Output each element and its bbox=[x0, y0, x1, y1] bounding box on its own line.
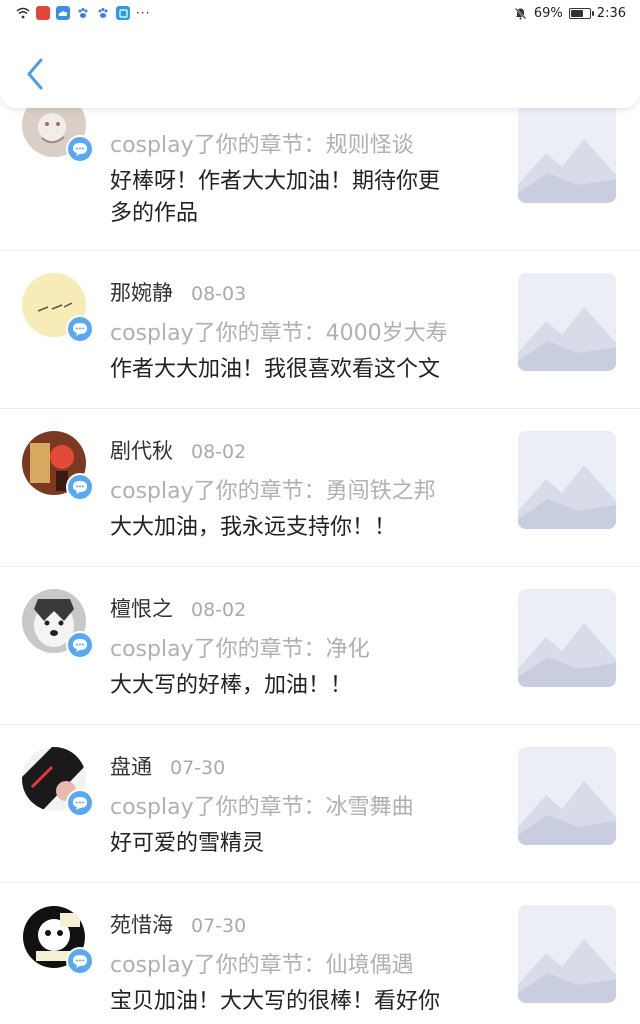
comment-badge bbox=[66, 789, 94, 817]
mountain-placeholder-icon bbox=[518, 747, 616, 845]
comment-item[interactable]: 剧代秋 08-02 cosplay了你的章节：勇闯铁之邦 大大加油，我永远支持你… bbox=[0, 409, 640, 567]
chat-bubble-icon bbox=[73, 480, 87, 494]
app-icon-blue bbox=[116, 6, 130, 20]
mountain-placeholder-icon bbox=[518, 589, 616, 687]
comment-badge bbox=[66, 947, 94, 975]
name-row: 剧代秋 08-02 bbox=[110, 435, 246, 465]
chapter-text: cosplay了你的章节：4000岁大寿 bbox=[110, 321, 448, 346]
user-name[interactable]: 檀恨之 bbox=[110, 593, 173, 623]
comment-date: 08-02 bbox=[191, 441, 247, 463]
comment-text: 好可爱的雪精灵 bbox=[110, 828, 482, 860]
comment-line: 多的作品 bbox=[110, 201, 199, 226]
battery-icon bbox=[568, 7, 594, 19]
mountain-placeholder-icon bbox=[518, 905, 616, 1003]
avatar-wrap bbox=[22, 905, 94, 975]
more-notifications: ··· bbox=[136, 6, 151, 20]
chapter-thumbnail[interactable] bbox=[518, 589, 616, 687]
comment-text: 大大加油，我永远支持你！！ bbox=[110, 512, 482, 544]
comment-line: 大大加油，我永远支持你！！ bbox=[110, 515, 397, 540]
name-row: 盘通 07-30 bbox=[110, 751, 225, 781]
user-name[interactable]: 盘通 bbox=[110, 751, 152, 781]
chapter-text: cosplay了你的章节：勇闯铁之邦 bbox=[110, 479, 436, 504]
mountain-placeholder-icon bbox=[518, 431, 616, 529]
clock: 2:36 bbox=[596, 5, 626, 21]
chapter-text: cosplay了你的章节：规则怪谈 bbox=[110, 133, 414, 158]
comment-item[interactable]: 那婉静 08-03 cosplay了你的章节：4000岁大寿 作者大大加油！我很… bbox=[0, 251, 640, 409]
header-bar bbox=[0, 26, 640, 108]
user-name[interactable]: 苑惜海 bbox=[110, 909, 173, 939]
comment-item[interactable]: 檀恨之 08-02 cosplay了你的章节：净化 大大写的好棒，加油！！ bbox=[0, 567, 640, 725]
avatar-wrap bbox=[22, 273, 94, 343]
comment-line: 好可爱的雪精灵 bbox=[110, 831, 265, 856]
comment-line: 好棒呀！作者大大加油！期待你更 bbox=[110, 169, 441, 194]
comment-text: 宝贝加油！大大写的很棒！看好你 bbox=[110, 986, 482, 1018]
comment-badge bbox=[66, 473, 94, 501]
chapter-text: cosplay了你的章节：净化 bbox=[110, 637, 370, 662]
chapter-thumbnail[interactable] bbox=[518, 273, 616, 371]
comment-date: 07-30 bbox=[191, 915, 247, 937]
paw-icon bbox=[96, 6, 110, 20]
name-row: 苑惜海 07-30 bbox=[110, 909, 246, 939]
avatar-wrap bbox=[22, 589, 94, 659]
wifi-icon bbox=[16, 6, 30, 20]
mountain-placeholder-icon bbox=[518, 105, 616, 203]
status-bar-left: ··· bbox=[16, 6, 150, 20]
cloud-icon bbox=[56, 6, 70, 20]
comment-text: 作者大大加油！我很喜欢看这个文 bbox=[110, 354, 482, 386]
chapter-text: cosplay了你的章节：冰雪舞曲 bbox=[110, 795, 414, 820]
avatar-wrap bbox=[22, 431, 94, 501]
chat-bubble-icon bbox=[73, 954, 87, 968]
chapter-thumbnail[interactable] bbox=[518, 905, 616, 1003]
app-icon-red bbox=[36, 6, 50, 20]
comment-badge bbox=[66, 135, 94, 163]
comment-item[interactable]: cosplay了你的章节：规则怪谈 好棒呀！作者大大加油！期待你更 多的作品 bbox=[0, 93, 640, 251]
chevron-left-icon bbox=[27, 58, 43, 90]
comment-item[interactable]: 苑惜海 07-30 cosplay了你的章节：仙境偶遇 宝贝加油！大大写的很棒！… bbox=[0, 883, 640, 1024]
status-bar-right: 69% 2:36 bbox=[514, 6, 626, 21]
chapter-thumbnail[interactable] bbox=[518, 431, 616, 529]
avatar-wrap bbox=[22, 747, 94, 817]
battery-fill bbox=[570, 9, 583, 17]
comment-date: 07-30 bbox=[170, 757, 226, 779]
comment-text: 好棒呀！作者大大加油！期待你更 多的作品 bbox=[110, 166, 482, 230]
chapter-text: cosplay了你的章节：仙境偶遇 bbox=[110, 953, 414, 978]
chat-bubble-icon bbox=[73, 638, 87, 652]
comment-line: 宝贝加油！大大写的很棒！看好你 bbox=[110, 989, 441, 1014]
chat-bubble-icon bbox=[73, 322, 87, 336]
chat-bubble-icon bbox=[73, 796, 87, 810]
chapter-thumbnail[interactable] bbox=[518, 105, 616, 203]
comment-date: 08-02 bbox=[191, 599, 247, 621]
paw-icon bbox=[76, 6, 90, 20]
comment-date: 08-03 bbox=[191, 283, 247, 305]
chapter-thumbnail[interactable] bbox=[518, 747, 616, 845]
comment-line: 大大写的好棒，加油！！ bbox=[110, 673, 353, 698]
comment-badge bbox=[66, 315, 94, 343]
status-bar: ··· 69% 2:36 bbox=[0, 0, 640, 26]
back-button[interactable] bbox=[18, 54, 52, 94]
comment-badge bbox=[66, 631, 94, 659]
name-row: 那婉静 08-03 bbox=[110, 277, 246, 307]
comment-line: 作者大大加油！我很喜欢看这个文 bbox=[110, 357, 441, 382]
mountain-placeholder-icon bbox=[518, 273, 616, 371]
battery-percent: 69% bbox=[533, 5, 563, 21]
name-row: 檀恨之 08-02 bbox=[110, 593, 246, 623]
comment-text: 大大写的好棒，加油！！ bbox=[110, 670, 482, 702]
mute-icon bbox=[514, 6, 528, 20]
user-name[interactable]: 剧代秋 bbox=[110, 435, 173, 465]
chat-bubble-icon bbox=[73, 142, 87, 156]
user-name[interactable]: 那婉静 bbox=[110, 277, 173, 307]
comment-item[interactable]: 盘通 07-30 cosplay了你的章节：冰雪舞曲 好可爱的雪精灵 bbox=[0, 725, 640, 883]
